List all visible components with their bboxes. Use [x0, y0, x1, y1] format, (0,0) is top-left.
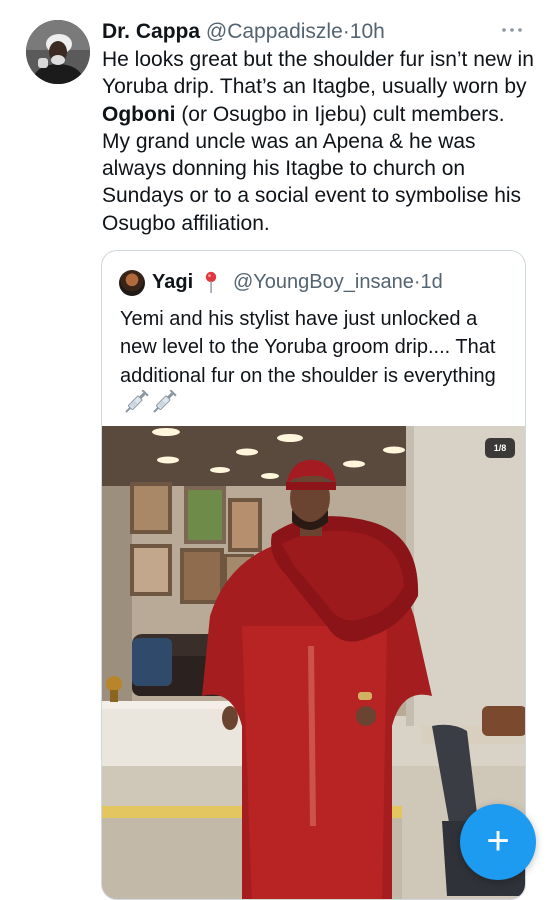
plus-icon: +: [486, 819, 510, 863]
more-horizontal-icon[interactable]: [500, 18, 524, 48]
syringe-icon: [124, 389, 180, 422]
quoted-tweet-text: Yemi and his stylist have just unlocked …: [120, 305, 515, 422]
media-counter-badge: 1/8: [485, 438, 515, 458]
round-pushpin-icon: [203, 271, 219, 300]
quoted-separator: ·: [413, 271, 421, 293]
tweet-header: Dr. Cappa @Cappadiszle·10h: [102, 18, 532, 48]
compose-button[interactable]: +: [460, 804, 536, 880]
tweet-card[interactable]: Dr. Cappa @Cappadiszle·10h He looks grea…: [0, 0, 552, 900]
quoted-author-name[interactable]: Yagi: [152, 268, 193, 296]
separator: ·: [342, 20, 350, 43]
tweet-text-bold: Ogboni: [102, 102, 176, 126]
author-handle[interactable]: @Cappadiszle: [206, 20, 343, 43]
quoted-text-content: Yemi and his stylist have just unlocked …: [120, 308, 496, 387]
quoted-author-avatar[interactable]: [119, 270, 145, 296]
author-avatar[interactable]: [26, 20, 90, 84]
quoted-author-handle[interactable]: @YoungBoy_insane: [233, 271, 414, 293]
timestamp[interactable]: 10h: [350, 20, 385, 43]
tweet-text: He looks great but the shoulder fur isn’…: [102, 46, 534, 237]
tweet-text-part1: He looks great but the shoulder fur isn’…: [102, 48, 534, 99]
quoted-tweet[interactable]: Yagi @YoungBoy_insane·1d Yemi and his st…: [101, 250, 526, 900]
quoted-timestamp[interactable]: 1d: [421, 271, 443, 293]
author-name[interactable]: Dr. Cappa: [102, 20, 200, 43]
